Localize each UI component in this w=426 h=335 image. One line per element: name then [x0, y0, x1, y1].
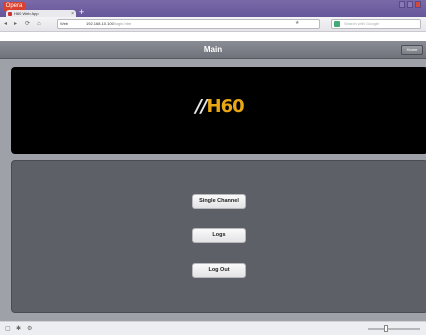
single-channel-button[interactable]: Single Channel [192, 194, 246, 209]
search-engine-icon[interactable] [334, 21, 340, 27]
bookmark-star-icon[interactable]: ★ [295, 20, 299, 26]
tab-title: H60 Web App [14, 11, 39, 16]
forward-icon[interactable]: ▸ [14, 20, 17, 28]
main-content: //H60 Single Channel Logs Log Out [0, 59, 426, 321]
favicon-icon [8, 12, 12, 16]
page-title: Main [203, 45, 223, 54]
browser-toolbar: ◂ ▸ ⟳ ⌂ Web 192.168.10.100/login.htm ★ S… [0, 17, 426, 32]
search-placeholder: Search with Google [344, 21, 379, 26]
minimize-button[interactable] [399, 1, 405, 8]
h60-logo: //H60 [11, 96, 426, 117]
settings-icon[interactable]: ⚙ [27, 325, 32, 333]
logo-stripe: // [195, 96, 207, 117]
new-tab-button[interactable]: + [79, 8, 84, 17]
search-input[interactable]: Search with Google [331, 19, 421, 29]
logo-panel: //H60 [11, 67, 426, 154]
speed-dial-icon[interactable]: ✱ [16, 325, 21, 333]
address-field[interactable]: Web 192.168.10.100/login.htm [57, 19, 320, 29]
zoom-slider-handle[interactable] [384, 325, 388, 332]
url-host: 192.168.10.100 [86, 21, 114, 26]
browser-titlebar: Opera H60 Web App × + [0, 0, 426, 18]
close-window-button[interactable] [415, 1, 421, 8]
logs-button[interactable]: Logs [192, 228, 246, 243]
zoom-slider[interactable] [368, 328, 420, 330]
panel-icon[interactable]: ▢ [5, 325, 11, 333]
reload-icon[interactable]: ⟳ [25, 20, 30, 28]
menu-panel: Single Channel Logs Log Out [11, 160, 426, 313]
home-icon[interactable]: ⌂ [37, 20, 41, 28]
url-path: /login.htm [113, 21, 132, 26]
log-out-button[interactable]: Log Out [192, 263, 246, 278]
home-button[interactable]: Home [401, 45, 423, 55]
browser-statusbar: ▢ ✱ ⚙ [0, 321, 426, 335]
url-chip: Web [60, 21, 69, 26]
back-icon[interactable]: ◂ [4, 20, 7, 28]
app-header: Main Home [0, 41, 426, 59]
maximize-button[interactable] [407, 1, 413, 8]
logo-text: H60 [206, 96, 245, 117]
